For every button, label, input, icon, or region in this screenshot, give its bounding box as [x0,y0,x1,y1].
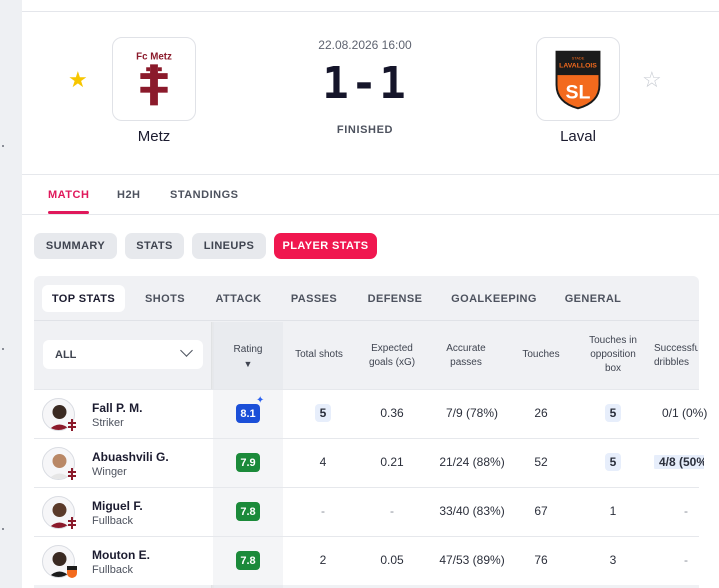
table-row[interactable]: Fall P. M. Striker 8.1 ✦ 5 0.36 7/9 (78%… [34,389,707,438]
subtab-top-stats[interactable]: TOP STATS [42,285,125,312]
table-row[interactable]: Abuashvili G. Winger 7.9 4 0.21 21/24 (8… [34,438,704,487]
home-team-logo[interactable]: Fc Metz [112,37,196,121]
col-dribbles-header[interactable]: Successful dribbles [654,342,698,370]
dribbles-value: - [684,553,688,567]
col-xg-header[interactable]: Expected goals (xG) [362,342,422,370]
total-shots-value: 5 [308,404,338,422]
accurate-passes-value: 21/24 (88%) [439,455,505,469]
player-position: Fullback [92,515,133,527]
accurate-passes-value: 47/53 (89%) [439,553,505,567]
away-team-logo[interactable]: LAVALLOIS STADE SL [536,37,620,121]
total-shots-value: 2 [319,553,327,567]
match-date: 22.08.2026 16:00 [318,38,412,52]
tabs-divider [22,214,719,215]
home-team-name[interactable]: Metz [94,128,214,145]
svg-text:Fc Metz: Fc Metz [136,51,172,62]
touches-box-value: 3 [609,553,617,567]
metz-club-icon [68,468,76,480]
svg-text:LAVALLOIS: LAVALLOIS [559,62,597,69]
total-shots-value: - [321,504,325,518]
dribbles-value: 0/1 (0%) [662,406,708,420]
away-favorite-star-icon[interactable]: ☆ [642,69,662,91]
metz-club-icon [68,517,76,529]
col-accurate-passes-header[interactable]: Accurate passes [436,342,496,370]
touches-value: 67 [534,504,548,518]
pill-stats[interactable]: STATS [125,233,184,259]
accurate-passes-value: 33/40 (83%) [439,504,505,518]
xg-value: 0.21 [380,455,404,469]
subtab-attack[interactable]: ATTACK [206,285,271,312]
chevron-down-icon [180,344,193,357]
laval-crest-icon: LAVALLOIS STADE SL [555,50,601,110]
pill-summary[interactable]: SUMMARY [34,233,117,259]
player-position: Fullback [92,564,133,576]
touches-box-value: 5 [598,453,628,471]
top-bar [22,0,719,12]
home-favorite-star-icon[interactable]: ★ [68,69,88,91]
table-row[interactable]: Mouton E. Fullback 7.8 2 0.05 47/53 (89%… [34,536,699,585]
touches-box-value: 1 [609,504,617,518]
team-filter-value: ALL [55,348,77,361]
pill-player-stats[interactable]: PLAYER STATS [274,233,377,259]
player-name[interactable]: Abuashvili G. [92,450,169,464]
subtab-goalkeeping[interactable]: GOALKEEPING [444,285,544,312]
team-filter-select[interactable]: ALL [43,340,203,369]
subtab-shots[interactable]: SHOTS [136,285,194,312]
col-rating-header[interactable]: Rating ▼ [218,343,278,371]
touches-value: 52 [534,455,548,469]
subtab-defense[interactable]: DEFENSE [359,285,431,312]
laval-club-icon [67,566,77,578]
touches-value: 26 [534,406,548,420]
accurate-passes-value: 7/9 (78%) [445,406,499,420]
xg-value: - [390,504,394,518]
player-position: Striker [92,417,124,429]
col-rating-label: Rating [233,344,263,355]
svg-text:SL: SL [566,82,591,104]
player-position: Winger [92,466,127,478]
svg-text:STADE: STADE [572,55,585,60]
subtabs-divider [34,320,699,321]
top-rated-sparkle-icon: ✦ [256,395,265,406]
left-edge-markers [0,0,10,588]
col-total-shots-header[interactable]: Total shots [288,348,350,362]
page: ★ Fc Metz Metz 22.08.2026 16:00 1-1 FINI… [0,0,719,588]
tab-standings[interactable]: STANDINGS [170,189,238,201]
touches-box-value: 5 [598,404,628,422]
away-team-name[interactable]: Laval [518,128,638,145]
rating-badge: 8.1 [236,404,260,423]
subtab-general[interactable]: GENERAL [557,285,629,312]
col-touches-box-header[interactable]: Touches in opposition box [582,334,644,376]
touches-value: 76 [534,553,548,567]
player-name[interactable]: Miguel F. [92,499,143,513]
col-touches-header[interactable]: Touches [512,348,570,362]
table-row[interactable]: Miguel F. Fullback 7.8 - - 33/40 (83%) 6… [34,487,699,536]
match-status: FINISHED [336,124,394,136]
player-name[interactable]: Mouton E. [92,548,150,562]
tab-match[interactable]: MATCH [48,189,89,201]
sort-desc-icon: ▼ [243,359,253,369]
subtab-passes[interactable]: PASSES [283,285,345,312]
xg-value: 0.36 [380,406,404,420]
match-score: 1-1 [322,58,408,109]
total-shots-value: 4 [319,455,327,469]
dribbles-value: 4/8 (50%) [654,455,704,469]
rating-badge: 7.8 [236,551,260,570]
dribbles-value: - [684,504,688,518]
metz-club-icon [68,419,76,431]
player-name[interactable]: Fall P. M. [92,401,142,415]
pill-lineups[interactable]: LINEUPS [192,233,266,259]
metz-crest-icon: Fc Metz [136,51,172,106]
rating-badge: 7.9 [236,453,260,472]
header-divider [22,174,719,175]
tab-h2h[interactable]: H2H [117,189,141,201]
xg-value: 0.05 [380,553,404,567]
rating-badge: 7.8 [236,502,260,521]
